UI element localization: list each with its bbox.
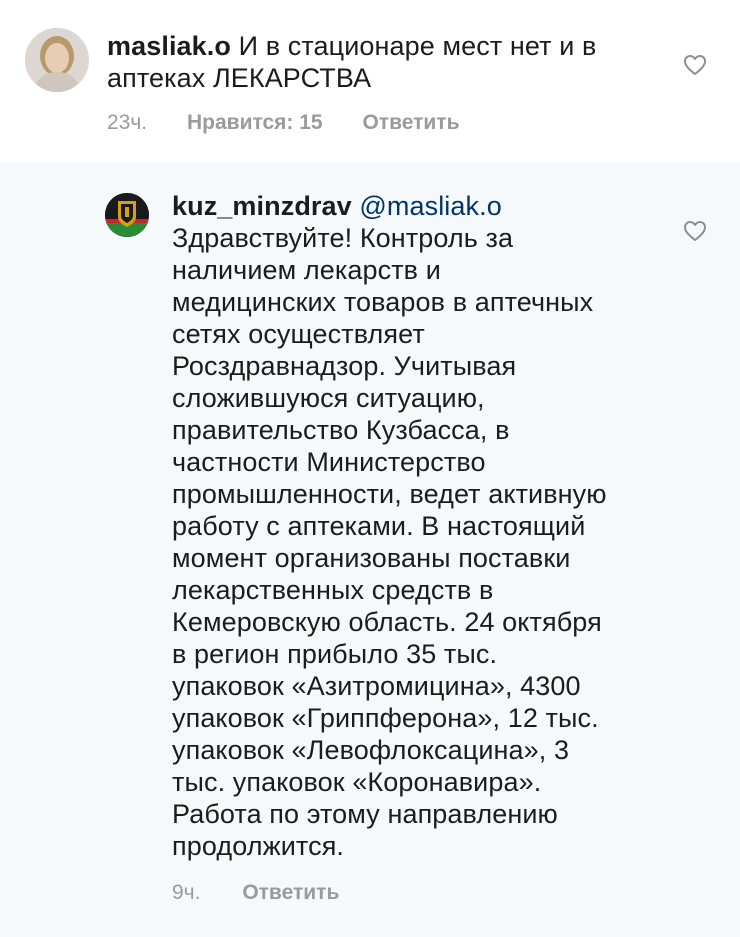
comment-meta: 23ч. Нравится: 15 Ответить (107, 110, 460, 136)
reply-button[interactable]: Ответить (362, 110, 459, 136)
comment-text: masliak.o И в стационаре мест нет и в ап… (107, 30, 667, 94)
avatar[interactable] (105, 193, 149, 237)
reply-text: kuz_minzdrav @masliak.o Здравствуйте! Ко… (172, 190, 652, 862)
reply-meta: 9ч. Ответить (172, 880, 339, 906)
reply-username[interactable]: kuz_minzdrav (172, 191, 352, 221)
likes-count[interactable]: Нравится: 15 (187, 110, 323, 136)
reply-button[interactable]: Ответить (242, 880, 339, 906)
avatar[interactable] (25, 28, 89, 92)
user-photo-icon (25, 28, 89, 92)
comment-item: masliak.o И в стационаре мест нет и в ап… (0, 0, 740, 163)
reply-mention[interactable]: @masliak.o (359, 191, 501, 221)
heart-outline-icon[interactable] (683, 220, 707, 242)
heart-outline-icon[interactable] (683, 54, 707, 76)
reply-time: 9ч. (172, 881, 201, 904)
coat-of-arms-icon (105, 193, 149, 237)
comment-username[interactable]: masliak.o (107, 31, 231, 61)
comment-time: 23ч. (107, 111, 148, 134)
reply-body: Здравствуйте! Контроль за наличием лекар… (172, 223, 607, 861)
